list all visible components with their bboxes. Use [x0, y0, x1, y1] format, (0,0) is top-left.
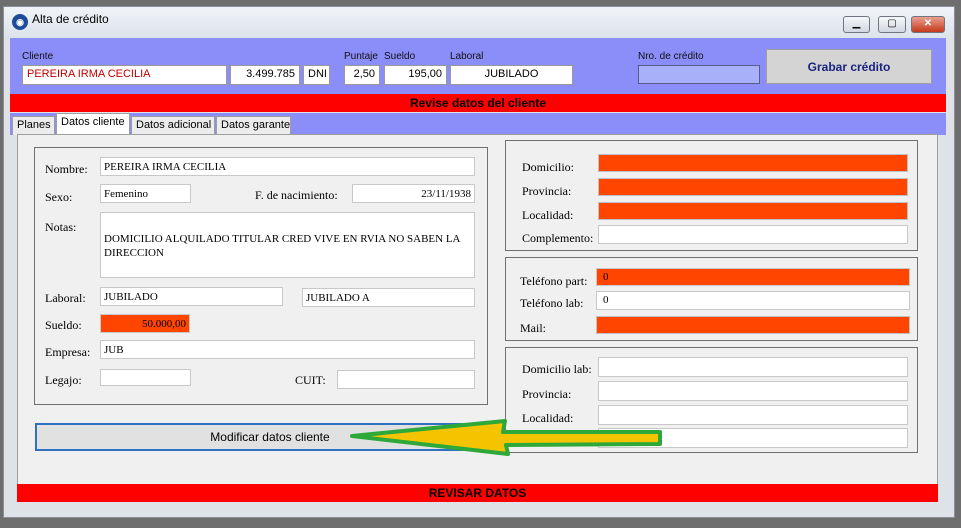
- sexo-field[interactable]: Femenino: [100, 184, 191, 203]
- nombre-label: Nombre:: [45, 162, 88, 176]
- empresa-field[interactable]: JUB: [100, 340, 475, 359]
- provincia-lab-field[interactable]: [598, 381, 908, 401]
- app-icon: ◉: [12, 14, 28, 30]
- tab-datos-garante[interactable]: Datos garante: [216, 116, 291, 135]
- cliente-field[interactable]: PEREIRA IRMA CECILIA: [22, 65, 227, 85]
- cuit-field[interactable]: [337, 370, 475, 389]
- puntaje-label: Puntaje: [344, 51, 378, 62]
- arrow-shape: [350, 419, 662, 456]
- arrow-annotation: [350, 419, 662, 456]
- tel-lab-label: Teléfono lab:: [520, 296, 584, 310]
- close-button[interactable]: ✕: [911, 16, 945, 33]
- nro-credito-field[interactable]: [638, 65, 760, 84]
- domicilio-lab-field[interactable]: [598, 357, 908, 377]
- tel-lab-field[interactable]: 0: [596, 291, 910, 310]
- localidad-field[interactable]: [598, 202, 908, 220]
- tab-datos-adicional[interactable]: Datos adicional: [131, 116, 215, 135]
- puntaje-field[interactable]: 2,50: [344, 65, 380, 85]
- alert-banner-top: Revise datos del cliente: [10, 94, 946, 112]
- fnac-label: F. de nacimiento:: [255, 188, 338, 202]
- laboral-cliente-label: Laboral:: [45, 291, 86, 305]
- legajo-field[interactable]: [100, 369, 191, 386]
- tel-part-field[interactable]: 0: [596, 268, 910, 286]
- tab-planes[interactable]: Planes: [12, 116, 55, 135]
- laboral-detalle-field[interactable]: JUBILADO A: [302, 288, 475, 307]
- save-credit-button[interactable]: Grabar crédito: [766, 49, 932, 84]
- minimize-button[interactable]: ▁: [843, 16, 870, 33]
- nro-credito-label: Nro. de crédito: [638, 51, 704, 62]
- sueldo-label: Sueldo: [384, 51, 416, 62]
- domicilio-lab-label: Domicilio lab:: [522, 362, 592, 376]
- provincia-lab-label: Provincia:: [522, 387, 572, 401]
- title-bar[interactable]: [4, 7, 954, 37]
- window-title: Alta de crédito: [32, 12, 109, 26]
- localidad-label: Localidad:: [522, 208, 574, 222]
- laboral-field[interactable]: JUBILADO: [450, 65, 573, 85]
- sueldo-cliente-label: Sueldo:: [45, 318, 82, 332]
- domicilio-label: Domicilio:: [522, 160, 574, 174]
- tel-part-label: Teléfono part:: [520, 274, 588, 288]
- sueldo-field[interactable]: 195,00: [384, 65, 447, 85]
- notas-label: Notas:: [45, 220, 77, 234]
- cuit-label: CUIT:: [295, 373, 326, 387]
- laboral-label: Laboral: [450, 51, 484, 62]
- domicilio-field[interactable]: [598, 154, 908, 172]
- laboral-cliente-field[interactable]: JUBILADO: [100, 287, 283, 306]
- doc-type-field[interactable]: DNI: [303, 65, 330, 85]
- sexo-label: Sexo:: [45, 190, 73, 204]
- provincia-field[interactable]: [598, 178, 908, 196]
- tab-datos-cliente[interactable]: Datos cliente: [56, 113, 130, 135]
- cliente-label: Cliente: [22, 51, 54, 62]
- alert-banner-bottom: REVISAR DATOS: [17, 484, 938, 502]
- doc-number-field[interactable]: 3.499.785: [230, 65, 300, 85]
- notas-field[interactable]: DOMICILIO ALQUILADO TITULAR CRED VIVE EN…: [100, 212, 475, 278]
- mail-field[interactable]: [596, 316, 910, 334]
- maximize-button[interactable]: ▢: [878, 16, 906, 33]
- complemento-label: Complemento:: [522, 231, 594, 245]
- legajo-label: Legajo:: [45, 373, 82, 387]
- provincia-label: Provincia:: [522, 184, 572, 198]
- fnac-field[interactable]: 23/11/1938: [352, 184, 475, 203]
- complemento-field[interactable]: [598, 225, 908, 244]
- sueldo-cliente-field[interactable]: 50.000,00: [100, 314, 190, 333]
- empresa-label: Empresa:: [45, 345, 91, 359]
- mail-label: Mail:: [520, 321, 546, 335]
- nombre-field[interactable]: PEREIRA IRMA CECILIA: [100, 157, 475, 176]
